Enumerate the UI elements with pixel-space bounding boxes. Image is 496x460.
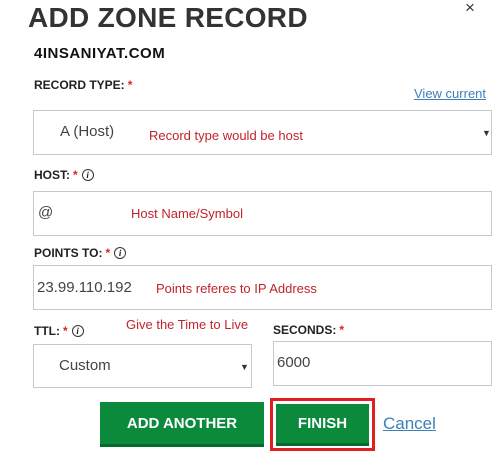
ttl-label: TTL: * i — [34, 324, 84, 338]
record-type-label-text: RECORD TYPE: — [34, 78, 125, 92]
dialog-title: ADD ZONE RECORD — [28, 2, 308, 33]
finish-button[interactable]: FINISH — [276, 404, 369, 446]
points-to-annotation: Points referes to IP Address — [156, 281, 317, 296]
points-to-label: POINTS TO: * i — [34, 246, 127, 260]
points-to-label-text: POINTS TO: — [34, 246, 103, 260]
ttl-annotation: Give the Time to Live — [126, 317, 249, 332]
cancel-link[interactable]: Cancel — [383, 414, 436, 434]
seconds-input[interactable]: 6000 — [273, 341, 492, 386]
info-icon[interactable]: i — [81, 169, 94, 181]
required-marker: * — [73, 168, 78, 182]
host-label: HOST: * i — [34, 168, 94, 182]
record-type-annotation: Record type would be host — [149, 128, 303, 143]
ttl-value: Custom — [59, 357, 111, 374]
host-input[interactable]: @ — [33, 191, 492, 236]
required-marker: * — [63, 324, 68, 338]
host-label-text: HOST: — [34, 168, 70, 182]
host-value: @ — [38, 204, 54, 221]
info-icon[interactable]: i — [71, 325, 84, 337]
seconds-label: SECONDS: * — [273, 323, 344, 337]
close-icon[interactable]: × — [465, 0, 475, 18]
required-marker: * — [105, 246, 111, 260]
ttl-label-text: TTL: — [34, 324, 60, 338]
chevron-down-icon: ▼ — [240, 362, 249, 372]
seconds-label-text: SECONDS: — [273, 323, 337, 337]
ttl-select[interactable]: Custom ▼ — [33, 344, 252, 388]
required-marker: * — [127, 78, 133, 92]
host-annotation: Host Name/Symbol — [131, 206, 243, 221]
points-to-value: 23.99.110.192 — [37, 279, 132, 296]
required-marker: * — [339, 323, 345, 337]
chevron-down-icon: ▼ — [482, 128, 491, 138]
view-current-link[interactable]: View current — [414, 86, 486, 101]
watermark: 4INSANIYAT.COM — [34, 45, 166, 62]
info-icon[interactable]: i — [114, 247, 127, 259]
record-type-label: RECORD TYPE: * — [34, 78, 132, 92]
add-another-button[interactable]: ADD ANOTHER — [100, 402, 264, 447]
record-type-value: A (Host) — [60, 123, 115, 140]
seconds-value: 6000 — [277, 354, 311, 371]
